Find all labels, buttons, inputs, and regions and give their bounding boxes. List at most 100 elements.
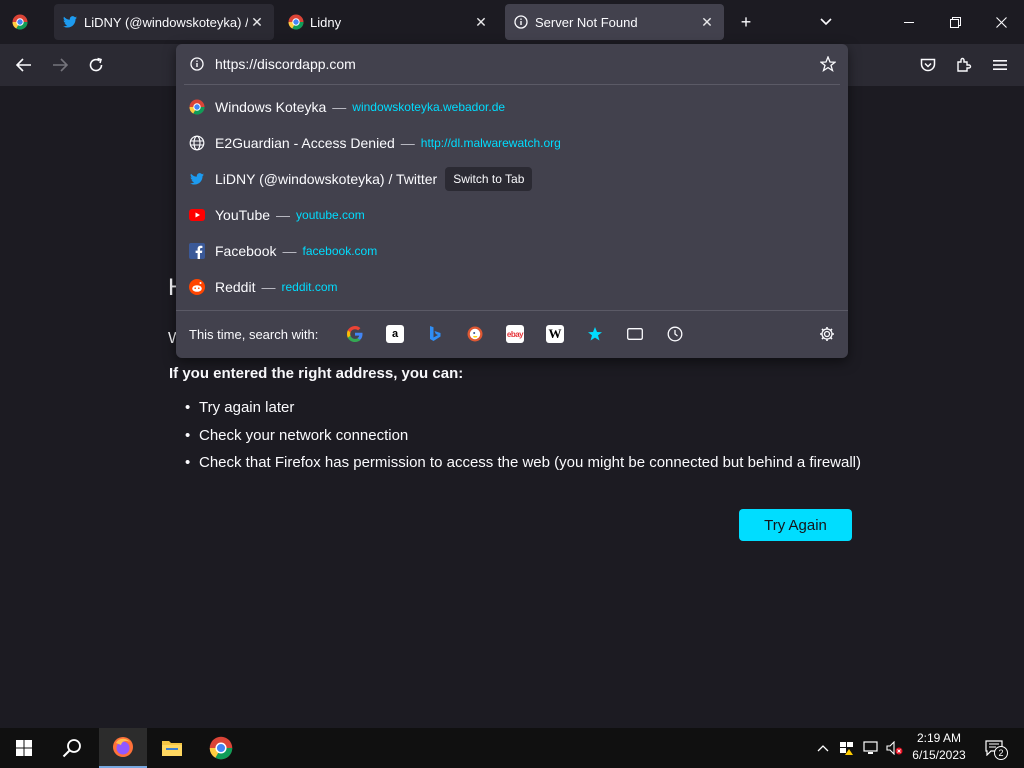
close-icon [995, 16, 1007, 28]
start-button[interactable] [0, 728, 48, 768]
pocket-button[interactable] [911, 48, 945, 82]
windows-icon [16, 740, 32, 756]
result-row[interactable]: Windows Koteyka — windowskoteyka.webador… [176, 89, 848, 125]
twitter-icon [189, 171, 205, 187]
try-again-button[interactable]: Try Again [739, 509, 852, 541]
firefox-icon [113, 737, 133, 757]
result-separator: — [276, 207, 291, 223]
search-with-label: This time, search with: [189, 326, 319, 342]
speaker-muted-icon [886, 741, 903, 755]
result-separator: — [332, 99, 347, 115]
history-icon[interactable] [666, 325, 684, 343]
chrome-icon [209, 736, 233, 760]
close-window-button[interactable] [978, 0, 1024, 44]
result-row[interactable]: E2Guardian - Access Denied — http://dl.m… [176, 125, 848, 161]
list-item: • Try again later [185, 399, 295, 416]
arrow-left-icon [16, 58, 31, 72]
search-button[interactable] [48, 728, 96, 768]
reload-icon [89, 57, 103, 72]
result-title: Reddit [215, 279, 256, 295]
star-icon[interactable] [820, 56, 836, 72]
action-center-button[interactable]: 2 [980, 728, 1008, 768]
back-button[interactable] [7, 48, 41, 82]
show-hidden-icons-button[interactable] [814, 728, 832, 768]
tab-server-not-found[interactable]: Server Not Found ✕ [505, 4, 724, 40]
notification-count-badge: 2 [994, 746, 1008, 760]
firefox-taskbar-button[interactable] [99, 728, 147, 768]
shield-warning-icon [840, 742, 853, 755]
minimize-button[interactable] [886, 0, 932, 44]
hamburger-icon [993, 60, 1007, 70]
result-url: youtube.com [296, 208, 365, 222]
duckduckgo-icon[interactable] [466, 325, 484, 343]
pinned-tab[interactable] [0, 4, 40, 40]
wikipedia-icon[interactable]: W [546, 325, 564, 343]
reload-button[interactable] [79, 48, 113, 82]
result-row[interactable]: Facebook — facebook.com [176, 233, 848, 269]
restore-button[interactable] [932, 0, 978, 44]
list-item: • Check that Firefox has permission to ac… [185, 454, 862, 471]
switch-to-tab-badge[interactable]: Switch to Tab [445, 167, 533, 191]
close-icon[interactable]: ✕ [472, 13, 490, 31]
twitter-icon [62, 14, 78, 30]
result-separator: — [261, 279, 276, 295]
new-tab-button[interactable]: + [726, 4, 766, 40]
file-explorer-taskbar-button[interactable] [148, 728, 196, 768]
result-title: E2Guardian - Access Denied [215, 135, 395, 151]
tab-lidny[interactable]: Lidny ✕ [280, 4, 498, 40]
result-separator: — [400, 135, 415, 151]
tab-bar: LiDNY (@windowskoteyka) / Tw ✕ Lidny ✕ S… [0, 0, 1024, 44]
chevron-up-icon [817, 744, 829, 751]
extensions-button[interactable] [947, 48, 981, 82]
bing-icon[interactable] [426, 325, 444, 343]
amazon-icon[interactable]: a [386, 325, 404, 343]
result-row[interactable]: LiDNY (@windowskoteyka) / Twitter Switch… [176, 161, 848, 197]
close-icon[interactable]: ✕ [248, 13, 266, 31]
result-separator: — [282, 243, 297, 259]
tabs-icon[interactable] [626, 325, 644, 343]
result-title: Facebook [215, 243, 277, 259]
list-all-tabs-button[interactable] [806, 4, 846, 40]
clock-date: 6/15/2023 [912, 748, 966, 762]
menu-button[interactable] [983, 48, 1017, 82]
google-icon[interactable] [346, 325, 364, 343]
reddit-icon [189, 279, 205, 295]
result-row[interactable]: YouTube — youtube.com [176, 197, 848, 233]
tab-label: LiDNY (@windowskoteyka) / Tw [84, 14, 248, 30]
chrome-taskbar-button[interactable] [197, 728, 245, 768]
chevron-down-icon [820, 18, 832, 26]
suggestion-list: • Try again later • Check your network con… [185, 398, 861, 481]
security-tray-icon[interactable] [838, 728, 856, 768]
taskbar: 2:19 AM 6/15/2023 2 [0, 728, 1024, 768]
result-url: facebook.com [302, 244, 378, 258]
taskbar-clock[interactable]: 2:19 AM 6/15/2023 [904, 730, 974, 766]
result-title: YouTube [215, 207, 271, 223]
close-icon[interactable]: ✕ [698, 13, 716, 31]
result-url: windowskoteyka.webador.de [352, 100, 506, 114]
result-url: reddit.com [281, 280, 338, 294]
divider [184, 84, 840, 85]
urlbar-dropdown: https://discordapp.com Windows Koteyka —… [176, 44, 848, 358]
result-url: http://dl.malwarewatch.org [420, 136, 561, 150]
chrome-icon [12, 14, 28, 30]
globe-icon [189, 135, 205, 151]
minimize-icon [904, 21, 914, 23]
chrome-icon [189, 99, 205, 115]
bookmarks-icon[interactable] [586, 325, 604, 343]
arrow-right-icon [53, 58, 68, 72]
gear-icon[interactable] [818, 325, 836, 343]
plus-icon: + [740, 11, 752, 32]
result-row[interactable]: Reddit — reddit.com [176, 269, 848, 305]
tab-twitter[interactable]: LiDNY (@windowskoteyka) / Tw ✕ [54, 4, 274, 40]
url-input[interactable]: https://discordapp.com [215, 56, 820, 72]
folder-icon [162, 741, 182, 756]
restore-icon [949, 16, 961, 28]
forward-button[interactable] [43, 48, 77, 82]
info-icon[interactable] [190, 57, 204, 71]
pocket-icon [920, 58, 936, 72]
puzzle-icon [957, 57, 972, 72]
network-tray-icon[interactable] [862, 728, 880, 768]
ebay-icon[interactable]: ebay [506, 325, 524, 343]
volume-tray-icon[interactable] [886, 728, 904, 768]
url-input-row[interactable]: https://discordapp.com [176, 44, 848, 84]
